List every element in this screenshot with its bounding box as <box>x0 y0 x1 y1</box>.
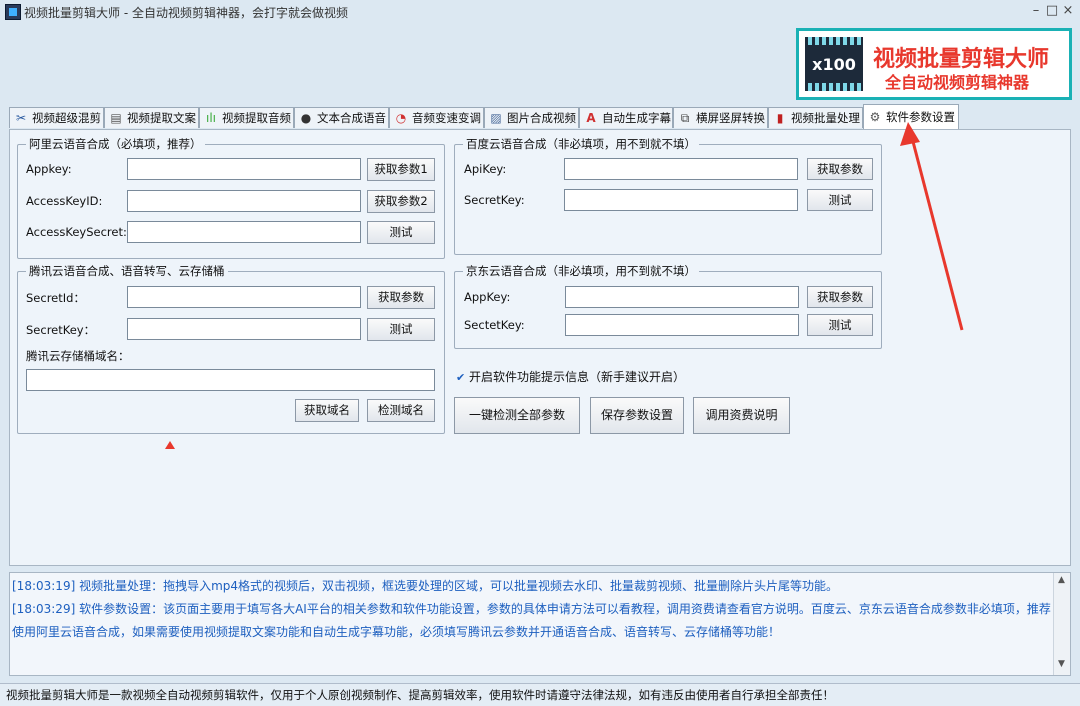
scroll-up-icon[interactable]: ▲ <box>1055 575 1068 589</box>
scissors-icon: ✂ <box>15 111 27 125</box>
checkmark-icon: ✔ <box>456 371 466 384</box>
baidu-legend: 百度云语音合成（非必填项，用不到就不填） <box>463 136 699 152</box>
aliyun-get-param1-button[interactable]: 获取参数1 <box>367 158 435 181</box>
app-icon <box>5 4 21 20</box>
tips-checkbox[interactable]: ✔ 开启软件功能提示信息（新手建议开启） <box>456 368 685 385</box>
window-title: 视频批量剪辑大师 - 全自动视频剪辑神器，会打字就会做视频 <box>24 6 348 20</box>
jd-appkey-label: AppKey: <box>464 290 511 304</box>
secretid-label: SecretId： <box>26 291 85 305</box>
aliyun-appkey-input[interactable] <box>127 158 361 180</box>
jd-sectetkey-label: SectetKey: <box>464 318 525 332</box>
baidu-apikey-input[interactable] <box>564 158 798 180</box>
audio-wave-icon: ılı <box>205 111 216 125</box>
red-marker-icon <box>165 441 175 449</box>
log-panel: [18:03:19] 视频批量处理：拖拽导入mp4格式的视频后，双击视频，框选要… <box>9 572 1071 676</box>
tab-audio-speed[interactable]: ◔ 音频变速变调 <box>389 107 484 128</box>
rotate-screen-icon: ⧉ <box>680 111 690 125</box>
tencent-bucket-domain-input[interactable] <box>26 369 435 391</box>
save-settings-button[interactable]: 保存参数设置 <box>590 397 684 434</box>
baidu-test-button[interactable]: 测试 <box>807 189 873 211</box>
tab-extract-audio[interactable]: ılı 视频提取音频 <box>199 107 294 128</box>
check-all-params-button[interactable]: 一键检测全部参数 <box>454 397 580 434</box>
aliyun-accesskeysecret-input[interactable] <box>127 221 361 243</box>
aliyun-test-button[interactable]: 测试 <box>367 221 435 244</box>
check-domain-button[interactable]: 检测域名 <box>367 399 435 422</box>
film-icon: ▮ <box>776 111 784 125</box>
microphone-icon: ● <box>300 111 312 125</box>
get-domain-button[interactable]: 获取域名 <box>295 399 359 422</box>
tencent-get-param-button[interactable]: 获取参数 <box>367 286 435 309</box>
tencent-test-button[interactable]: 测试 <box>367 318 435 341</box>
tab-text-to-speech[interactable]: ● 文本合成语音 <box>294 107 389 128</box>
film-logo-icon: x100 <box>805 37 863 91</box>
log-line: [18:03:29] 软件参数设置：该页面主要用于填写各大AI平台的相关参数和软… <box>12 602 1051 616</box>
accesskeysecret-label: AccessKeySecret: <box>26 225 127 239</box>
tab-settings[interactable]: ⚙ 软件参数设置 <box>863 104 959 129</box>
apikey-label: ApiKey: <box>464 162 507 176</box>
aliyun-accesskeyid-input[interactable] <box>127 190 361 212</box>
tab-extract-text[interactable]: ▤ 视频提取文案 <box>104 107 199 128</box>
fee-info-button[interactable]: 调用资费说明 <box>693 397 790 434</box>
log-line: [18:03:19] 视频批量处理：拖拽导入mp4格式的视频后，双击视频，框选要… <box>12 579 839 593</box>
document-icon: ▤ <box>110 111 122 125</box>
speed-gauge-icon: ◔ <box>395 111 407 125</box>
aliyun-get-param2-button[interactable]: 获取参数2 <box>367 190 435 213</box>
jd-appkey-input[interactable] <box>565 286 799 308</box>
status-text: 视频批量剪辑大师是一款视频全自动视频剪辑软件，仅用于个人原创视频制作、提高剪辑效… <box>6 688 834 702</box>
minimize-button[interactable]: – <box>1028 2 1044 20</box>
bucket-domain-label: 腾讯云存储桶域名： <box>26 349 130 363</box>
brand-banner: x100 视频批量剪辑大师 全自动视频剪辑神器 <box>796 28 1072 100</box>
log-scrollbar[interactable]: ▲ ▼ <box>1053 573 1070 675</box>
tab-image-to-video[interactable]: ▨ 图片合成视频 <box>484 107 579 128</box>
scroll-down-icon[interactable]: ▼ <box>1055 659 1068 673</box>
log-line: 使用阿里云语音合成，如果需要使用视频提取文案功能和自动生成字幕功能，必须填写腾讯… <box>12 625 781 639</box>
jd-test-button[interactable]: 测试 <box>807 314 873 336</box>
tencent-group: 腾讯云语音合成、语音转写、云存储桶 SecretId： 获取参数 SecretK… <box>17 263 445 434</box>
tab-auto-subtitle[interactable]: A 自动生成字幕 <box>579 107 673 128</box>
baidu-get-param-button[interactable]: 获取参数 <box>807 158 873 180</box>
logo-badge: x100 <box>812 55 856 74</box>
jd-legend: 京东云语音合成（非必填项，用不到就不填） <box>463 263 699 279</box>
jd-group: 京东云语音合成（非必填项，用不到就不填） AppKey: 获取参数 Sectet… <box>454 263 882 349</box>
tencent-secretkey-input[interactable] <box>127 318 361 340</box>
tencent-legend: 腾讯云语音合成、语音转写、云存储桶 <box>26 263 228 279</box>
tencent-secretid-input[interactable] <box>127 286 361 308</box>
tab-video-mix[interactable]: ✂ 视频超级混剪 <box>9 107 104 128</box>
gear-icon: ⚙ <box>869 110 881 124</box>
appkey-label: Appkey: <box>26 162 72 176</box>
baidu-secretkey-label: SecretKey: <box>464 193 525 207</box>
tab-batch-process[interactable]: ▮ 视频批量处理 <box>768 107 863 128</box>
baidu-secretkey-input[interactable] <box>564 189 798 211</box>
status-bar: 视频批量剪辑大师是一款视频全自动视频剪辑软件，仅用于个人原创视频制作、提高剪辑效… <box>0 683 1080 706</box>
tencent-secretkey-label: SecretKey： <box>26 323 96 337</box>
settings-panel: 阿里云语音合成（必填项，推荐） Appkey: 获取参数1 AccessKeyI… <box>9 129 1071 566</box>
close-button[interactable]: × <box>1060 2 1076 20</box>
title-bar: 视频批量剪辑大师 - 全自动视频剪辑神器，会打字就会做视频 – □ × <box>0 0 1080 22</box>
tab-orientation-convert[interactable]: ⧉ 横屏竖屏转换 <box>673 107 768 128</box>
image-icon: ▨ <box>490 111 502 125</box>
maximize-button[interactable]: □ <box>1044 2 1060 20</box>
baidu-group: 百度云语音合成（非必填项，用不到就不填） ApiKey: 获取参数 Secret… <box>454 136 882 255</box>
jd-get-param-button[interactable]: 获取参数 <box>807 286 873 308</box>
accesskeyid-label: AccessKeyID: <box>26 194 103 208</box>
banner-subtitle: 全自动视频剪辑神器 <box>885 73 1030 92</box>
aliyun-group: 阿里云语音合成（必填项，推荐） Appkey: 获取参数1 AccessKeyI… <box>17 136 445 259</box>
subtitle-icon: A <box>586 111 596 125</box>
tips-checkbox-label: 开启软件功能提示信息（新手建议开启） <box>469 370 686 384</box>
jd-sectetkey-input[interactable] <box>565 314 799 336</box>
aliyun-legend: 阿里云语音合成（必填项，推荐） <box>26 136 205 152</box>
